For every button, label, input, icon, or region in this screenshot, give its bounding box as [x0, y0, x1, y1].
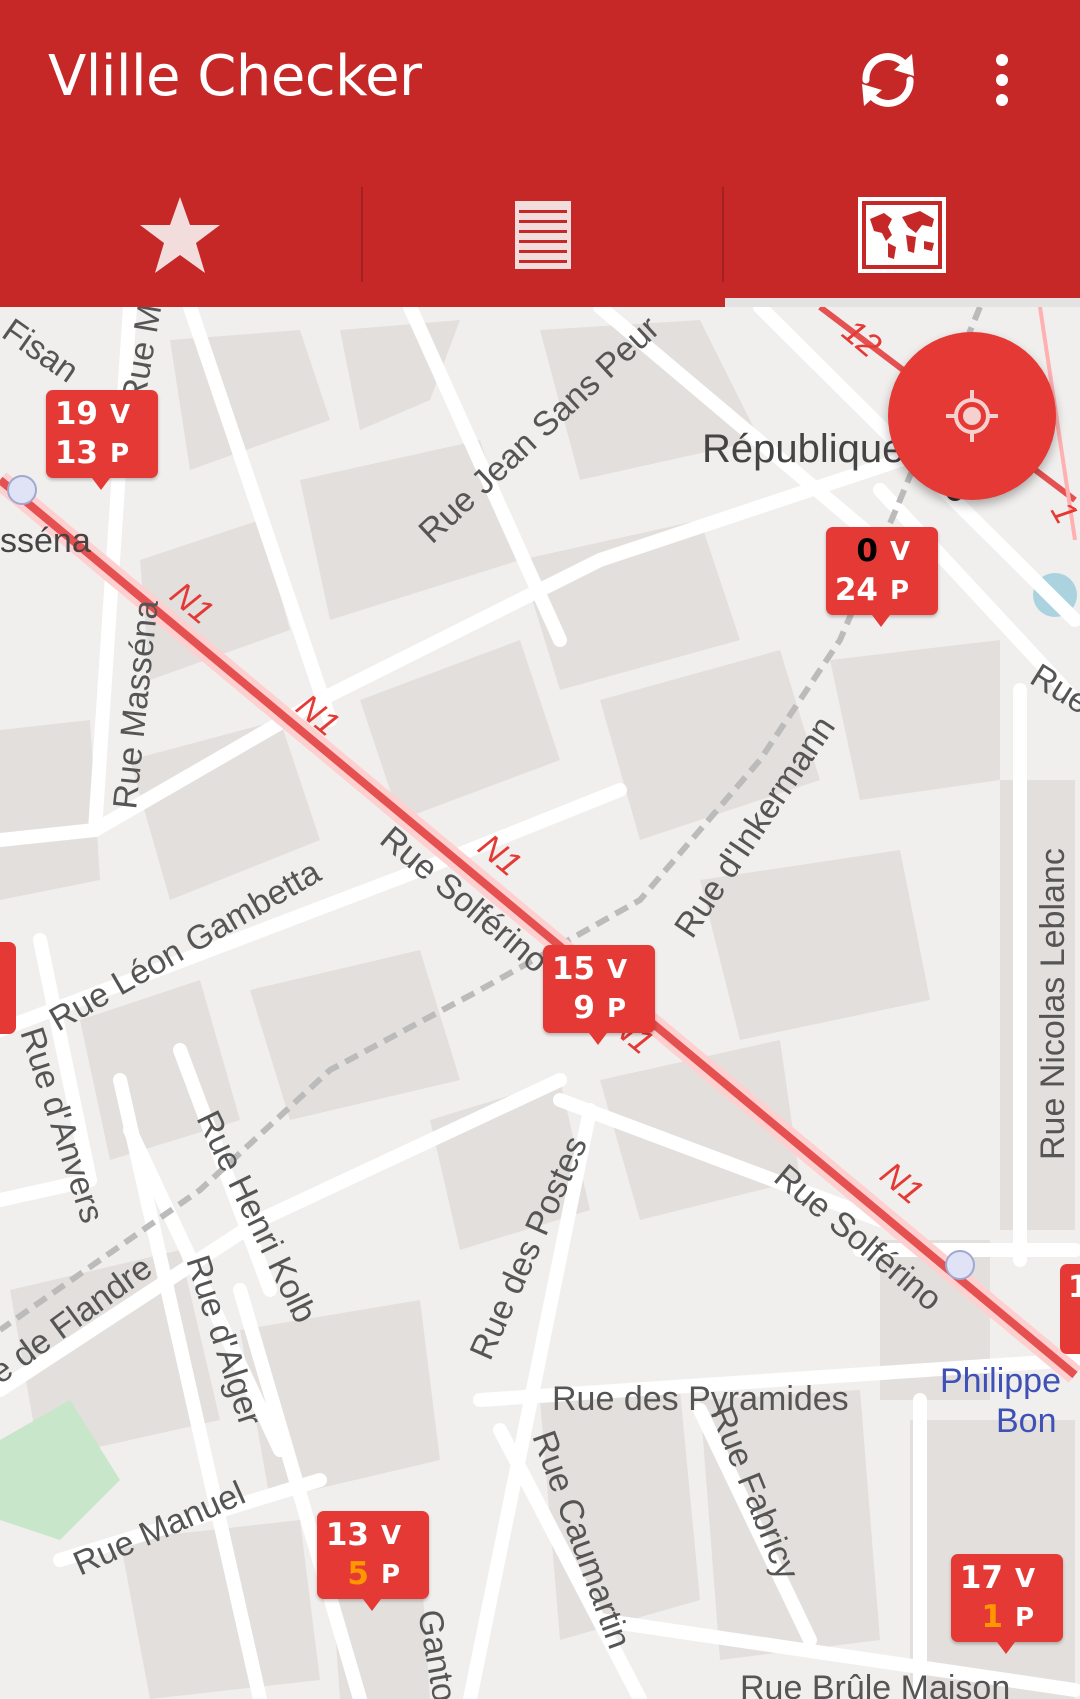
my-location-icon	[946, 390, 998, 442]
bikes-label: V	[110, 400, 131, 430]
world-map-icon	[858, 196, 946, 273]
station-marker-partial[interactable]	[0, 942, 16, 1034]
star-icon	[140, 196, 220, 273]
station-marker-partial[interactable]: 1	[1060, 1264, 1080, 1354]
tab-bar	[0, 162, 1080, 307]
places-count: 13	[54, 435, 98, 471]
partial-station-count: 1	[1068, 1270, 1080, 1305]
label-philippe: Philippe	[940, 1362, 1061, 1400]
station-marker[interactable]: 13 V 5P	[317, 1511, 429, 1611]
list-icon	[515, 200, 571, 269]
map-view[interactable]: République sséna Fisan Rue M Rue Jean Sa…	[0, 307, 1080, 1699]
places-count: 9	[573, 990, 595, 1026]
more-vert-icon	[996, 54, 1008, 106]
station-marker[interactable]: 15 V 9P	[543, 945, 655, 1045]
places-count: 1	[981, 1599, 1003, 1635]
app-title: Vlille Checker	[48, 44, 422, 109]
bikes-count: 0	[856, 533, 878, 569]
tab-favorites[interactable]	[0, 162, 360, 307]
station-marker[interactable]: 0V 24 P	[826, 527, 938, 627]
app-bar: Vlille Checker	[0, 0, 1080, 162]
label-massena: sséna	[0, 522, 91, 560]
bikes-label: V	[607, 955, 628, 985]
selected-tab-indicator	[725, 298, 1080, 307]
station-marker[interactable]: 19 V 13 P	[46, 390, 158, 490]
bikes-label: V	[1015, 1564, 1036, 1594]
my-location-button[interactable]	[888, 332, 1056, 500]
label-rue-nicolas-leblanc: Rue Nicolas Leblanc	[1034, 848, 1072, 1160]
bikes-label: V	[381, 1521, 402, 1551]
places-label: P	[607, 994, 627, 1024]
places-label: P	[1015, 1603, 1035, 1633]
places-label: P	[381, 1560, 401, 1590]
bikes-count: 19	[54, 396, 98, 432]
overflow-menu-button[interactable]	[972, 40, 1032, 120]
label-republique: République	[702, 427, 904, 471]
bikes-count: 15	[551, 951, 595, 987]
bikes-count: 17	[959, 1560, 1003, 1596]
places-label: P	[890, 576, 910, 606]
refresh-button[interactable]	[848, 40, 928, 120]
tab-map[interactable]	[724, 162, 1080, 307]
refresh-icon	[862, 53, 914, 107]
bikes-label: V	[890, 537, 911, 567]
places-label: P	[110, 439, 130, 469]
map-tiles: République sséna Fisan Rue M Rue Jean Sa…	[0, 307, 1080, 1699]
bikes-count: 13	[325, 1517, 369, 1553]
station-marker[interactable]: 17 V 1P	[951, 1554, 1063, 1654]
tab-list[interactable]	[363, 162, 723, 307]
label-bon: Bon	[996, 1402, 1057, 1440]
places-count: 5	[347, 1556, 369, 1592]
label-rue-brule-maison: Rue Brûle Maison	[740, 1669, 1010, 1699]
places-count: 24	[834, 572, 878, 608]
label-rue-des-pyramides: Rue des Pyramides	[552, 1380, 849, 1418]
